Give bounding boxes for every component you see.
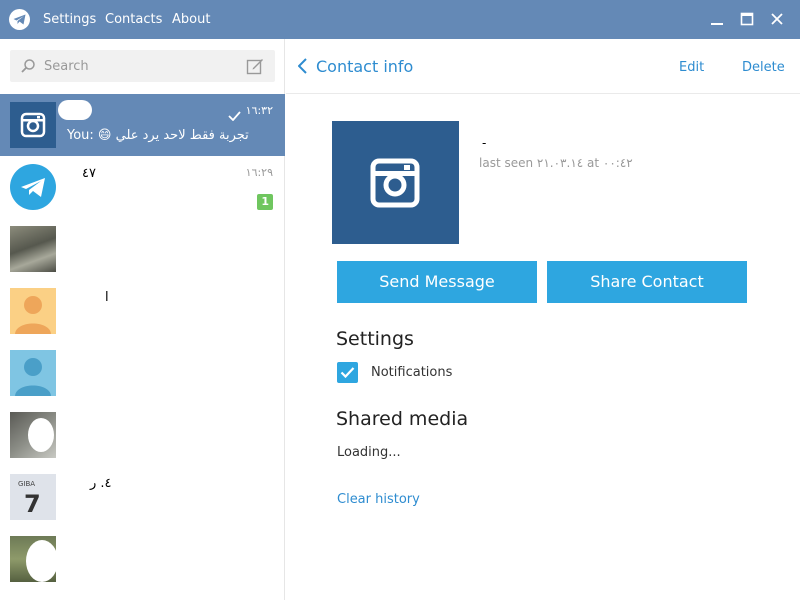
menu-settings[interactable]: Settings <box>43 12 96 27</box>
dialog-item[interactable]: ا <box>0 280 285 342</box>
panel-header: Contact info Edit Delete <box>286 39 800 94</box>
settings-heading: Settings <box>336 328 414 350</box>
delete-button[interactable]: Delete <box>742 60 785 75</box>
sidebar: ١٦:٣٢ You: 😄 تجربة فقط لاحد يرد علي ٤٧ ١… <box>0 39 285 600</box>
dialog-item[interactable]: ١٦:٣٢ You: 😄 تجربة فقط لاحد يرد علي <box>0 94 285 156</box>
compose-icon[interactable] <box>246 57 264 75</box>
svg-text:7: 7 <box>24 490 41 518</box>
send-message-button[interactable]: Send Message <box>337 261 537 303</box>
dialog-item[interactable] <box>0 528 285 590</box>
instagram-icon <box>370 158 420 208</box>
notifications-checkbox[interactable] <box>337 362 358 383</box>
default-user-avatar <box>10 350 56 396</box>
avatar <box>10 412 56 458</box>
notifications-label: Notifications <box>371 365 453 380</box>
read-check-icon <box>228 106 241 125</box>
menu-contacts[interactable]: Contacts <box>105 12 162 27</box>
dialog-last-message: You: 😄 تجربة فقط لاحد يرد علي <box>67 128 249 143</box>
dialog-item[interactable]: GIBA 7 ٤. ر <box>0 466 285 528</box>
dialog-name: ا <box>105 290 109 305</box>
edit-button[interactable]: Edit <box>679 60 704 75</box>
dialog-item[interactable] <box>0 218 285 280</box>
contact-status: last seen ٢١.٠٣.١٤ at ٠٠:٤٢ <box>479 156 633 170</box>
dialog-name: ٤٧ <box>82 166 96 181</box>
dialog-time: ١٦:٢٩ <box>245 166 273 179</box>
back-button[interactable]: Contact info <box>298 55 413 77</box>
default-user-avatar <box>10 288 56 334</box>
contact-info-panel: Contact info Edit Delete - last seen ٢١.… <box>286 39 800 600</box>
unread-badge: 1 <box>257 194 273 210</box>
svg-text:GIBA: GIBA <box>18 480 35 488</box>
menu-about[interactable]: About <box>172 12 210 27</box>
title-bar: Settings Contacts About <box>0 0 800 39</box>
dialog-item[interactable] <box>0 404 285 466</box>
dialog-item[interactable] <box>0 342 285 404</box>
shared-media-loading: Loading... <box>337 445 401 460</box>
avatar: GIBA 7 <box>10 474 56 520</box>
dialog-item[interactable]: ٤٧ ١٦:٢٩ 1 <box>0 156 285 218</box>
search-input[interactable] <box>44 56 244 76</box>
share-contact-button[interactable]: Share Contact <box>547 261 747 303</box>
contact-avatar <box>332 121 459 244</box>
avatar <box>10 226 56 272</box>
search-box <box>10 50 275 82</box>
maximize-icon[interactable] <box>739 11 755 27</box>
dialog-time: ١٦:٣٢ <box>245 104 273 117</box>
avatar <box>10 536 56 582</box>
telegram-avatar <box>10 164 56 210</box>
search-icon <box>20 58 36 74</box>
chevron-left-icon <box>298 58 307 74</box>
close-icon[interactable] <box>769 11 785 27</box>
telegram-logo-icon <box>9 9 30 30</box>
name-redaction <box>58 100 92 120</box>
checkmark-icon <box>340 367 355 379</box>
dialog-name: ٤. ر <box>90 476 112 491</box>
minimize-icon[interactable] <box>709 11 725 27</box>
back-label: Contact info <box>316 56 414 76</box>
avatar <box>10 102 56 148</box>
clear-history-link[interactable]: Clear history <box>337 492 420 507</box>
contact-name: - <box>482 136 487 150</box>
shared-media-heading: Shared media <box>336 408 469 430</box>
